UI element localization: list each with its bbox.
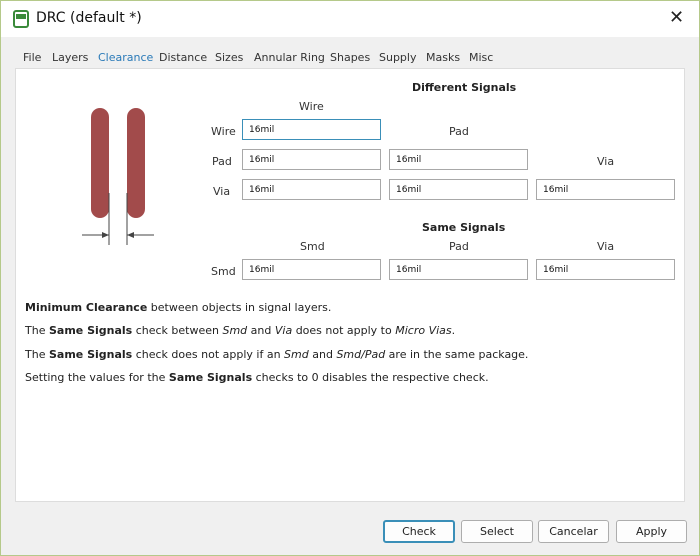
note-text: and [308, 348, 337, 361]
tab-annular-ring[interactable]: Annular Ring [254, 51, 325, 64]
tab-file[interactable]: File [23, 51, 41, 64]
note-text: Smd/Pad [336, 348, 386, 361]
col-header-wire: Wire [299, 100, 324, 113]
note-text: are in the same package. [385, 348, 529, 361]
tab-clearance[interactable]: Clearance [98, 51, 153, 64]
same-col-header-via: Via [597, 240, 615, 253]
note-text: Micro Vias [395, 324, 452, 337]
note-text: Smd [284, 348, 309, 361]
note-text: Same Signals [168, 371, 253, 384]
pad-wire-input[interactable]: 16mil [242, 149, 381, 170]
tab-layers[interactable]: Layers [52, 51, 88, 64]
apply-button[interactable]: Apply [616, 520, 687, 543]
tab-shapes[interactable]: Shapes [330, 51, 370, 64]
cancel-button[interactable]: Cancelar [538, 520, 609, 543]
tab-sizes[interactable]: Sizes [215, 51, 243, 64]
col-header-via: Via [597, 155, 615, 168]
clearance-illustration [82, 108, 154, 245]
note-text: Setting the values for the [25, 371, 169, 384]
smd-pad-input[interactable]: 16mil [389, 259, 528, 280]
help-note-line: Setting the values for the Same Signals … [25, 371, 489, 384]
tab-supply[interactable]: Supply [379, 51, 417, 64]
via-via-input[interactable]: 16mil [536, 179, 675, 200]
select-button[interactable]: Select [461, 520, 533, 543]
trace-right [127, 108, 145, 218]
note-text: Smd [222, 324, 248, 337]
close-icon[interactable]: ✕ [669, 7, 684, 28]
drc-app-icon [13, 10, 29, 28]
same-row-label-smd: Smd [211, 265, 236, 278]
note-text: between objects in signal layers. [147, 301, 332, 314]
note-text: The [25, 348, 49, 361]
note-text: Same Signals [48, 348, 133, 361]
smd-via-input[interactable]: 16mil [536, 259, 675, 280]
smd-smd-input[interactable]: 16mil [242, 259, 381, 280]
same-col-header-pad: Pad [449, 240, 469, 253]
note-text: check between [132, 324, 223, 337]
note-text: Same Signals [48, 324, 133, 337]
same-signals-heading: Same Signals [422, 221, 506, 234]
via-pad-input[interactable]: 16mil [389, 179, 528, 200]
help-note-line: The Same Signals check does not apply if… [25, 348, 528, 361]
trace-left [91, 108, 109, 218]
different-signals-heading: Different Signals [412, 81, 517, 94]
help-note-line: Minimum Clearance between objects in sig… [25, 301, 331, 314]
row-label-wire: Wire [211, 125, 236, 138]
note-text: does not apply to [292, 324, 396, 337]
note-text: check does not apply if an [132, 348, 285, 361]
note-text: Via [274, 324, 293, 337]
row-label-via: Via [213, 185, 231, 198]
tab-masks[interactable]: Masks [426, 51, 460, 64]
via-wire-input[interactable]: 16mil [242, 179, 381, 200]
note-text: The [25, 324, 49, 337]
note-text: Minimum Clearance [25, 301, 148, 314]
same-col-header-smd: Smd [300, 240, 325, 253]
row-label-pad: Pad [212, 155, 232, 168]
note-text: . [451, 324, 456, 337]
note-text: and [247, 324, 275, 337]
tab-misc[interactable]: Misc [469, 51, 493, 64]
pad-pad-input[interactable]: 16mil [389, 149, 528, 170]
tab-distance[interactable]: Distance [159, 51, 207, 64]
title-bar: DRC (default *) ✕ [1, 1, 699, 37]
check-button[interactable]: Check [383, 520, 455, 543]
window-title: DRC (default *) [36, 10, 142, 26]
help-note-line: The Same Signals check between Smd and V… [25, 324, 455, 337]
wire-wire-input[interactable]: 16mil [242, 119, 381, 140]
note-text: checks to 0 disables the respective chec… [252, 371, 489, 384]
col-header-pad: Pad [449, 125, 469, 138]
